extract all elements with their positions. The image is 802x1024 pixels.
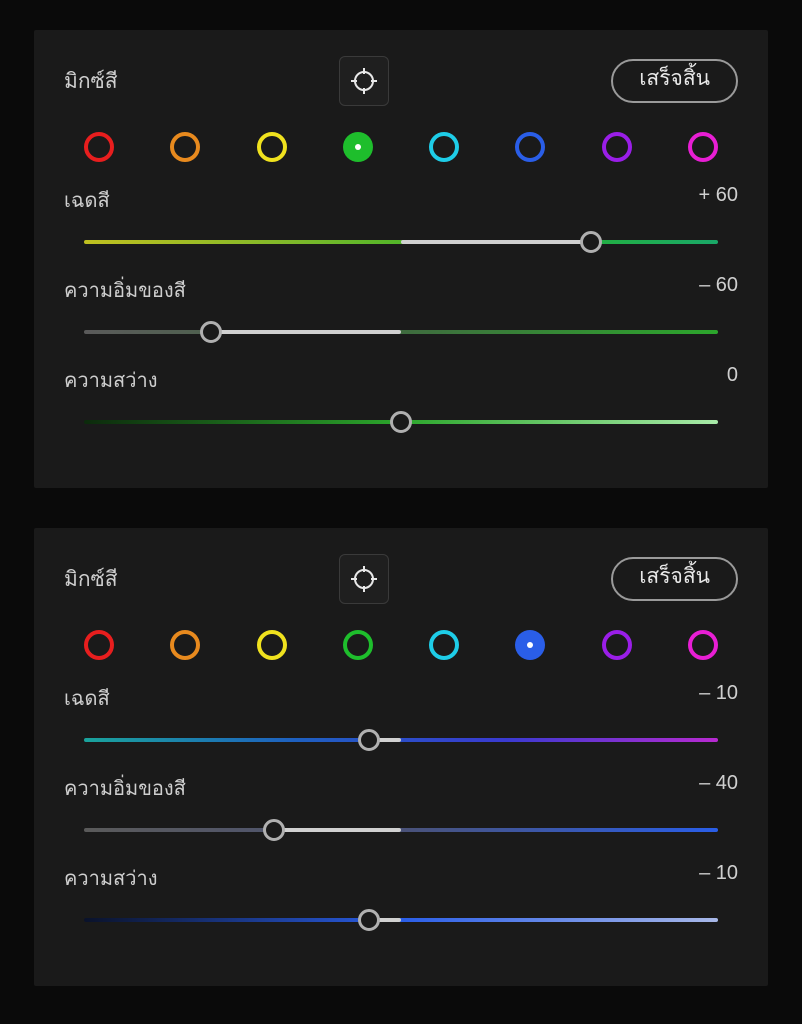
slider-header: เฉดสี + 60 <box>64 184 738 216</box>
color-swatch[interactable] <box>343 630 373 660</box>
color-swatch[interactable] <box>429 630 459 660</box>
color-swatch[interactable] <box>515 630 545 660</box>
slider[interactable] <box>64 818 738 842</box>
slider[interactable] <box>64 728 738 752</box>
color-swatch[interactable] <box>688 630 718 660</box>
panel-title: มิกซ์สี <box>64 563 118 596</box>
crosshair-icon <box>351 68 377 94</box>
slider-row: ความอิ่มของสี – 40 <box>64 772 738 842</box>
slider-row: ความสว่าง – 10 <box>64 862 738 932</box>
target-adjust-button[interactable] <box>339 56 389 106</box>
color-swatch[interactable] <box>84 630 114 660</box>
done-button[interactable]: เสร็จสิ้น <box>611 557 738 600</box>
slider-thumb[interactable] <box>263 819 285 841</box>
slider-header: ความอิ่มของสี – 40 <box>64 772 738 804</box>
color-swatch[interactable] <box>170 132 200 162</box>
slider-label: เฉดสี <box>64 682 110 714</box>
color-mix-panel: มิกซ์สี เสร็จสิ้นเฉดสี – 10 ความอิ่มของสี – … <box>34 528 768 986</box>
target-adjust-button[interactable] <box>339 554 389 604</box>
slider-header: ความสว่าง – 10 <box>64 862 738 894</box>
slider-header: เฉดสี – 10 <box>64 682 738 714</box>
done-button[interactable]: เสร็จสิ้น <box>611 59 738 102</box>
slider-thumb[interactable] <box>580 231 602 253</box>
color-swatch[interactable] <box>429 132 459 162</box>
color-swatch[interactable] <box>257 132 287 162</box>
slider-label: ความสว่าง <box>64 862 157 894</box>
color-mix-panel: มิกซ์สี เสร็จสิ้นเฉดสี + 60 ความอิ่มของสี – … <box>34 30 768 488</box>
slider-value: – 60 <box>699 274 738 306</box>
slider[interactable] <box>64 230 738 254</box>
slider-fill <box>274 828 401 832</box>
slider-value: 0 <box>727 364 738 396</box>
slider[interactable] <box>64 320 738 344</box>
color-swatch[interactable] <box>515 132 545 162</box>
slider-track <box>84 330 718 334</box>
slider-row: ความอิ่มของสี – 60 <box>64 274 738 344</box>
slider-header: ความสว่าง 0 <box>64 364 738 396</box>
color-swatch[interactable] <box>688 132 718 162</box>
crosshair-icon <box>351 566 377 592</box>
slider-thumb[interactable] <box>200 321 222 343</box>
color-swatch[interactable] <box>343 132 373 162</box>
selected-indicator-icon <box>527 642 533 648</box>
slider-thumb[interactable] <box>358 729 380 751</box>
slider-thumb[interactable] <box>358 909 380 931</box>
slider-track <box>84 918 718 922</box>
slider[interactable] <box>64 410 738 434</box>
color-swatch[interactable] <box>170 630 200 660</box>
color-swatch[interactable] <box>257 630 287 660</box>
slider[interactable] <box>64 908 738 932</box>
slider-row: ความสว่าง 0 <box>64 364 738 434</box>
slider-header: ความอิ่มของสี – 60 <box>64 274 738 306</box>
slider-value: – 10 <box>699 682 738 714</box>
slider-label: ความสว่าง <box>64 364 157 396</box>
color-swatch-row <box>64 630 738 660</box>
slider-label: ความอิ่มของสี <box>64 772 186 804</box>
color-swatch[interactable] <box>602 630 632 660</box>
selected-indicator-icon <box>355 144 361 150</box>
color-swatch[interactable] <box>84 132 114 162</box>
slider-value: + 60 <box>699 184 738 216</box>
panel-header: มิกซ์สี เสร็จสิ้น <box>64 554 738 604</box>
slider-track <box>84 828 718 832</box>
slider-fill <box>401 240 591 244</box>
slider-thumb[interactable] <box>390 411 412 433</box>
slider-track <box>84 738 718 742</box>
color-swatch[interactable] <box>602 132 632 162</box>
slider-row: เฉดสี – 10 <box>64 682 738 752</box>
slider-value: – 10 <box>699 862 738 894</box>
panel-header: มิกซ์สี เสร็จสิ้น <box>64 56 738 106</box>
color-swatch-row <box>64 132 738 162</box>
slider-label: เฉดสี <box>64 184 110 216</box>
slider-value: – 40 <box>699 772 738 804</box>
slider-row: เฉดสี + 60 <box>64 184 738 254</box>
slider-label: ความอิ่มของสี <box>64 274 186 306</box>
panel-title: มิกซ์สี <box>64 65 118 98</box>
slider-fill <box>211 330 401 334</box>
